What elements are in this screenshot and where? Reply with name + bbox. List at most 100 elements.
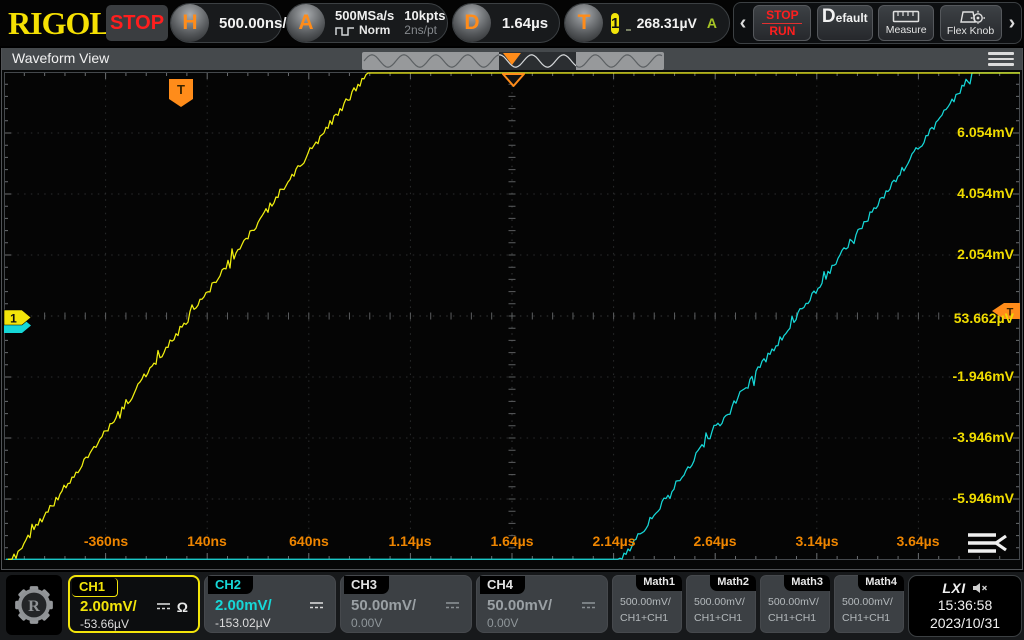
math1-tab: Math1 bbox=[636, 575, 682, 591]
time-resolution: 2ns/pt bbox=[404, 23, 445, 38]
x-axis-label: 140ns bbox=[162, 533, 252, 549]
ch4-scale: 50.00mV/ bbox=[487, 597, 552, 614]
lxi-logo: LXI bbox=[942, 580, 965, 596]
acquire-rate-mode: 500MSa/s Norm bbox=[335, 8, 394, 38]
ruler-icon bbox=[892, 10, 920, 23]
x-axis-label: 2.64µs bbox=[670, 533, 760, 549]
ch1-level-marker-label: 1 bbox=[10, 312, 17, 326]
delay-value: 1.64µs bbox=[492, 15, 558, 32]
x-axis-label: 1.14µs bbox=[365, 533, 455, 549]
channel-box-ch3[interactable]: CH3 50.00mV/ 0.00V bbox=[340, 575, 472, 633]
channel-box-ch1[interactable]: CH1 2.00mV/ Ω -53.66µV bbox=[68, 575, 200, 633]
x-axis-label: 640ns bbox=[264, 533, 354, 549]
delay-control[interactable]: D 1.64µs bbox=[452, 3, 560, 43]
flex-knob-button[interactable]: Flex Knob bbox=[940, 5, 1002, 41]
horizontal-scale-value: 500.00ns/ bbox=[209, 15, 297, 32]
math3-scale: 500.00mV/ bbox=[768, 596, 819, 608]
y-axis-label: -5.946mV bbox=[904, 490, 1014, 506]
math3-tab: Math3 bbox=[784, 575, 830, 591]
math4-tab: Math4 bbox=[858, 575, 904, 591]
math4-scale: 500.00mV/ bbox=[842, 596, 893, 608]
math3-expression: CH1+CH1 bbox=[768, 612, 816, 624]
y-axis-label: 6.054mV bbox=[904, 124, 1014, 140]
math2-scale: 500.00mV/ bbox=[694, 596, 745, 608]
y-axis-label: -1.946mV bbox=[904, 368, 1014, 384]
math1-scale: 500.00mV/ bbox=[620, 596, 671, 608]
math-box-math4[interactable]: Math4 500.00mV/ CH1+CH1 bbox=[834, 575, 904, 633]
math-box-math3[interactable]: Math3 500.00mV/ CH1+CH1 bbox=[760, 575, 830, 633]
measure-button[interactable]: Measure bbox=[878, 5, 934, 41]
svg-text:R: R bbox=[28, 596, 40, 615]
channel-box-ch2[interactable]: CH2 2.00mV/ -153.02µV bbox=[204, 575, 336, 633]
ch1-scale: 2.00mV/ bbox=[80, 598, 137, 615]
quick-toolbar: ‹ STOP RUN D efault Measure Flex Knob bbox=[733, 2, 1022, 44]
ch4-offset: 0.00V bbox=[487, 616, 518, 630]
ch3-offset: 0.00V bbox=[351, 616, 382, 630]
default-button[interactable]: D efault bbox=[817, 5, 873, 41]
trigger-control[interactable]: T 1 268.31µV A bbox=[564, 3, 730, 43]
gear-logo-icon: R bbox=[10, 581, 58, 629]
ch1-impedance: Ω bbox=[177, 599, 188, 615]
default-initial: D bbox=[822, 6, 836, 28]
y-axis-label: 2.054mV bbox=[904, 246, 1014, 262]
dc-coupling-icon bbox=[444, 601, 461, 610]
ch3-tab: CH3 bbox=[344, 576, 389, 594]
ch2-tab: CH2 bbox=[208, 576, 253, 594]
brand-logo: RIGOL bbox=[8, 5, 110, 42]
math-box-math2[interactable]: Math2 500.00mV/ CH1+CH1 bbox=[686, 575, 756, 633]
x-axis-label: 1.64µs bbox=[467, 533, 557, 549]
a-knob-button[interactable]: A bbox=[287, 4, 325, 42]
square-wave-icon bbox=[335, 25, 355, 37]
horizontal-scale-control[interactable]: H 500.00ns/ bbox=[170, 3, 282, 43]
graticule-menu-icon[interactable] bbox=[964, 530, 1010, 563]
knob-icon bbox=[957, 9, 985, 24]
x-axis-label: -360ns bbox=[61, 533, 151, 549]
dc-coupling-icon bbox=[155, 602, 172, 611]
math-box-math1[interactable]: Math1 500.00mV/ CH1+CH1 bbox=[612, 575, 682, 633]
rising-edge-icon bbox=[623, 12, 630, 34]
trigger-level-value: 268.31µV bbox=[637, 15, 697, 31]
trigger-sweep-mode: A bbox=[707, 15, 717, 31]
stop-label: STOP bbox=[766, 9, 798, 22]
dc-coupling-icon bbox=[308, 601, 325, 610]
ch1-offset: -53.66µV bbox=[80, 617, 129, 631]
system-status-box[interactable]: LXI 15:36:58 2023/10/31 bbox=[908, 575, 1022, 637]
math1-expression: CH1+CH1 bbox=[620, 612, 668, 624]
top-bar: RIGOL STOP H 500.00ns/ A 500MSa/s Norm 1… bbox=[0, 0, 1024, 46]
ch4-tab: CH4 bbox=[480, 576, 525, 594]
run-label: RUN bbox=[769, 25, 795, 38]
flex-knob-label: Flex Knob bbox=[947, 25, 994, 37]
acquire-mode: Norm bbox=[359, 23, 390, 38]
toolbar-scroll-right-button[interactable]: › bbox=[1007, 12, 1017, 35]
ch3-scale: 50.00mV/ bbox=[351, 597, 416, 614]
trigger-position-flag-label: T bbox=[177, 82, 185, 97]
timebase-preview-strip[interactable] bbox=[362, 52, 664, 70]
acquisition-status-badge: STOP bbox=[106, 5, 168, 41]
rigol-gear-button[interactable]: R bbox=[6, 575, 62, 635]
ch2-scale: 2.00mV/ bbox=[215, 597, 272, 614]
math2-expression: CH1+CH1 bbox=[694, 612, 742, 624]
channel-status-bar: R CH1 2.00mV/ Ω -53.66µV CH2 2.00mV/ bbox=[0, 572, 1024, 640]
x-axis-label: 3.64µs bbox=[873, 533, 963, 549]
toolbar-scroll-left-button[interactable]: ‹ bbox=[738, 12, 748, 35]
sample-rate: 500MSa/s bbox=[335, 8, 394, 23]
math2-tab: Math2 bbox=[710, 575, 756, 591]
math4-expression: CH1+CH1 bbox=[842, 612, 890, 624]
x-axis-label: 2.14µs bbox=[569, 533, 659, 549]
default-rest: efault bbox=[836, 11, 868, 25]
t-knob-button[interactable]: T bbox=[565, 4, 603, 42]
system-time: 15:36:58 bbox=[938, 597, 993, 614]
x-axis-label: 3.14µs bbox=[772, 533, 862, 549]
channel-box-ch4[interactable]: CH4 50.00mV/ 0.00V bbox=[476, 575, 608, 633]
acquire-depth-res: 10kpts 2ns/pt bbox=[404, 8, 445, 38]
window-menu-icon[interactable] bbox=[988, 52, 1014, 66]
memory-depth: 10kpts bbox=[404, 8, 445, 23]
scope-graticule: T 1 T bbox=[3, 71, 1021, 561]
ch2-offset: -153.02µV bbox=[215, 616, 271, 630]
h-knob-button[interactable]: H bbox=[171, 4, 209, 42]
stop-run-button[interactable]: STOP RUN bbox=[753, 5, 811, 41]
speaker-muted-icon bbox=[972, 582, 988, 594]
d-knob-button[interactable]: D bbox=[453, 4, 491, 42]
dc-coupling-icon bbox=[580, 601, 597, 610]
acquire-control[interactable]: A 500MSa/s Norm 10kpts 2ns/pt bbox=[286, 3, 448, 43]
